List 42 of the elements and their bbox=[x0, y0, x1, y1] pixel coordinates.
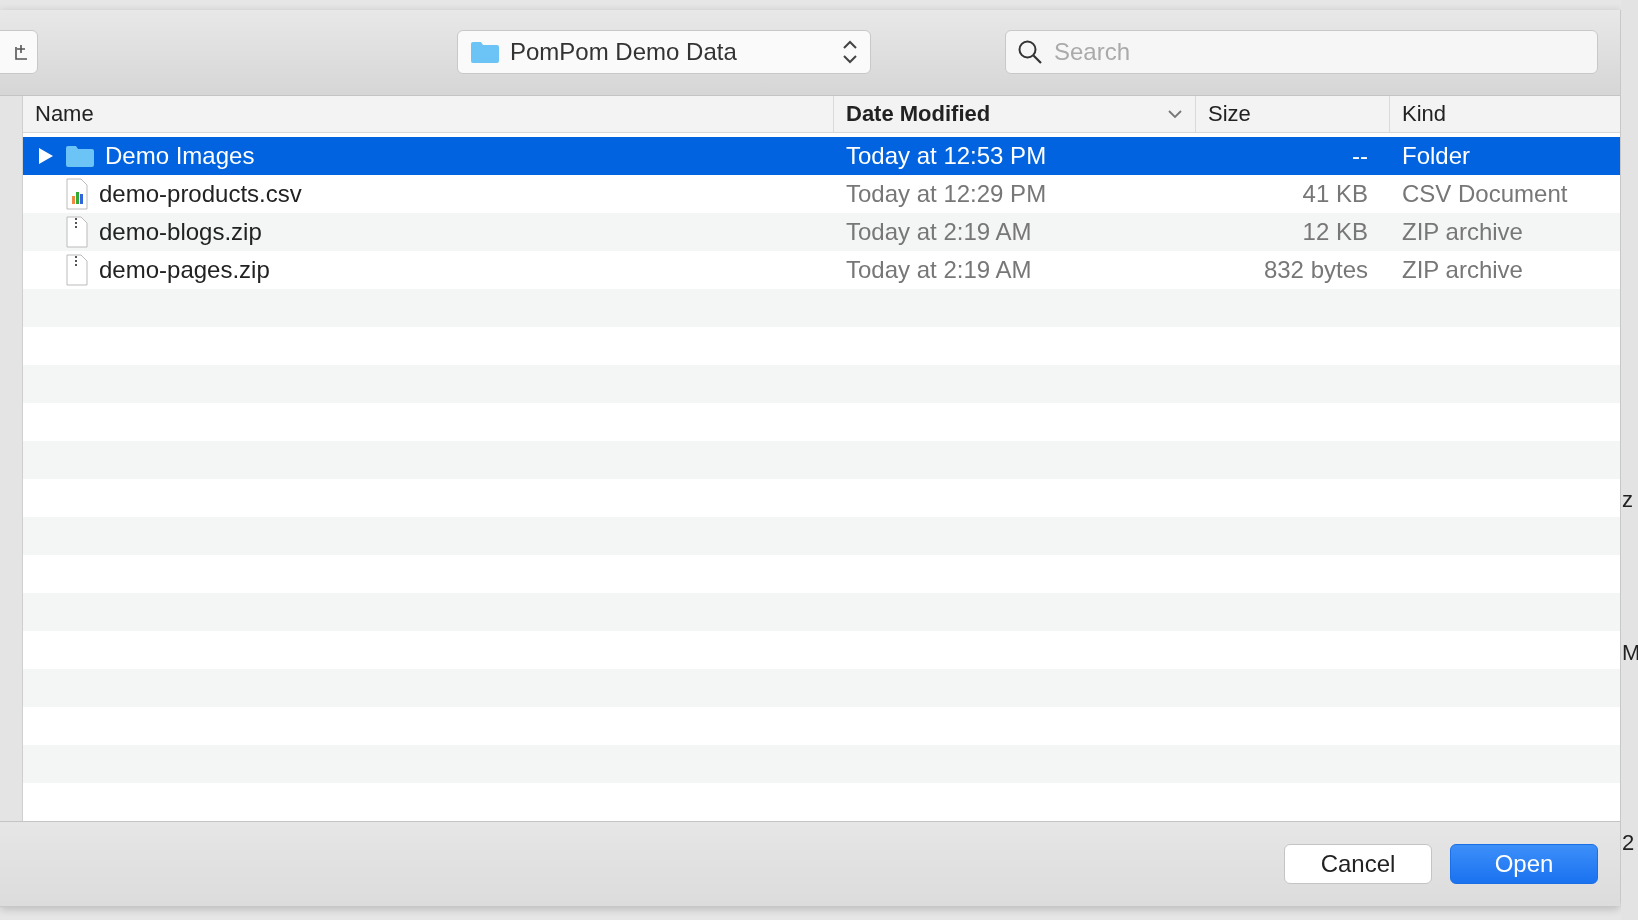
folder-icon bbox=[65, 144, 95, 168]
new-folder-icon bbox=[15, 43, 29, 61]
date-cell-text: Today at 12:53 PM bbox=[845, 142, 1048, 170]
size-cell-text: 41 KB bbox=[1301, 180, 1369, 208]
file-name: demo-pages.zip bbox=[99, 256, 270, 284]
zip-file-icon bbox=[65, 216, 89, 248]
date-cell-text: Today at 2:19 AM bbox=[845, 218, 1033, 246]
disclosure-triangle-icon[interactable] bbox=[37, 147, 55, 165]
file-name: Demo Images bbox=[105, 142, 255, 170]
file-row[interactable]: demo-blogs.zip Today at 2:19 AM 12 KB ZIP archive bbox=[23, 213, 1620, 251]
spreadsheet-file-icon bbox=[65, 178, 89, 210]
column-header[interactable]: Name bbox=[23, 96, 834, 132]
size-cell-text: 12 KB bbox=[1301, 218, 1369, 246]
file-row[interactable]: demo-pages.zip Today at 2:19 AM 832 bytes ZIP archive bbox=[23, 251, 1620, 289]
file-name: demo-blogs.zip bbox=[99, 218, 262, 246]
file-row[interactable]: demo-products.csv Today at 12:29 PM 41 KB CSV Document bbox=[23, 175, 1620, 213]
column-header[interactable]: Size bbox=[1196, 96, 1390, 132]
zip-file-icon bbox=[65, 254, 89, 286]
date-cell-text: Today at 2:19 AM bbox=[845, 256, 1033, 284]
kind-cell-text: Folder bbox=[1401, 142, 1472, 170]
column-header[interactable]: Kind bbox=[1390, 96, 1620, 132]
new-folder-button[interactable] bbox=[0, 30, 38, 74]
column-header[interactable]: Date Modified bbox=[834, 96, 1196, 132]
up-down-chevron-icon bbox=[842, 39, 858, 65]
kind-cell-text: ZIP archive bbox=[1401, 218, 1524, 246]
date-cell-text: Today at 12:29 PM bbox=[845, 180, 1048, 208]
open-button[interactable]: Open bbox=[1450, 844, 1598, 884]
background-text: M bbox=[1622, 640, 1638, 666]
location-dropdown[interactable]: PomPom Demo Data bbox=[457, 30, 871, 74]
search-field[interactable]: Search bbox=[1005, 30, 1598, 74]
background-text: 2 bbox=[1622, 830, 1635, 856]
size-cell-text: -- bbox=[1351, 142, 1369, 170]
background-text: z bbox=[1622, 487, 1633, 513]
file-name: demo-products.csv bbox=[99, 180, 302, 208]
search-icon bbox=[1017, 39, 1043, 65]
folder-icon bbox=[470, 40, 500, 64]
kind-cell-text: CSV Document bbox=[1401, 180, 1569, 208]
kind-cell-text: ZIP archive bbox=[1401, 256, 1524, 284]
sort-chevron-icon bbox=[1167, 109, 1183, 119]
file-row[interactable]: Demo Images Today at 12:53 PM -- Folder bbox=[23, 137, 1620, 175]
size-cell-text: 832 bytes bbox=[1262, 256, 1369, 284]
cancel-button[interactable]: Cancel bbox=[1284, 844, 1432, 884]
